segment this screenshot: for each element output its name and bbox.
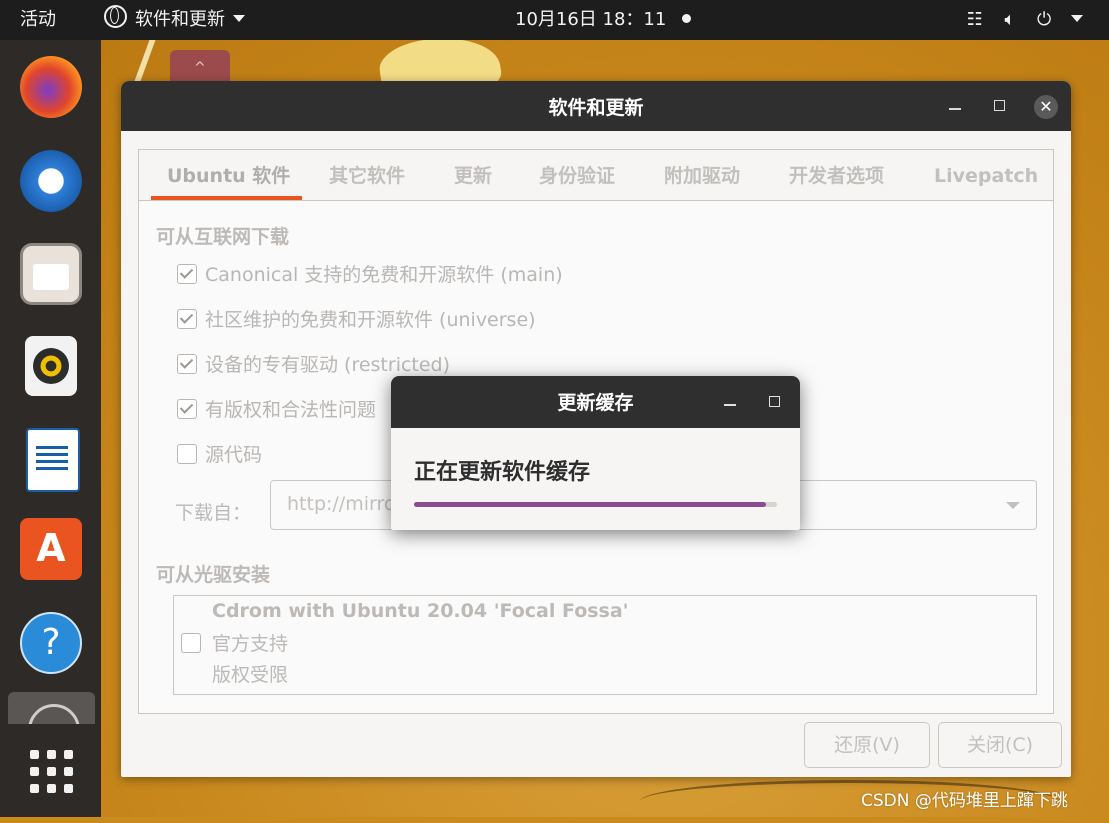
- option-restricted-label: 设备的专有驱动 (restricted): [205, 354, 451, 376]
- power-icon[interactable]: ⏻: [1037, 0, 1051, 40]
- cdrom-section-title: 可从光驱安装: [156, 564, 271, 586]
- globe-icon: [104, 5, 127, 28]
- option-restricted[interactable]: 设备的专有驱动 (restricted): [177, 351, 450, 379]
- option-source-code[interactable]: 源代码: [177, 441, 262, 469]
- libreoffice-writer-icon[interactable]: [26, 428, 80, 492]
- dialog-message: 正在更新软件缓存: [414, 460, 591, 485]
- window-titlebar[interactable]: 软件和更新 ✕: [121, 81, 1071, 131]
- chevron-down-icon: [233, 15, 245, 22]
- maximize-icon[interactable]: [769, 396, 780, 407]
- tab-additional-drivers[interactable]: 附加驱动: [664, 150, 740, 200]
- option-multiverse[interactable]: 有版权和合法性问题: [177, 396, 376, 424]
- clock[interactable]: 10月16日 18：11: [515, 0, 692, 40]
- activities-button[interactable]: 活动: [20, 0, 56, 40]
- top-bar: 活动 软件和更新 10月16日 18：11 ☷ 🔈︎ ⏻: [0, 0, 1109, 40]
- notification-dot-icon: [682, 14, 692, 23]
- mirror-value: http://mirro: [287, 493, 396, 515]
- volume-icon[interactable]: 🔈︎: [1004, 0, 1015, 40]
- internet-section-title: 可从互联网下载: [156, 226, 290, 248]
- cdrom-list: Cdrom with Ubuntu 20.04 'Focal Fossa' 官方…: [173, 595, 1037, 695]
- clock-label: 10月16日 18：11: [515, 9, 667, 30]
- tab-other-software[interactable]: 其它软件: [329, 150, 405, 200]
- app-menu-label: 软件和更新: [135, 9, 225, 30]
- close-button[interactable]: 关闭(C): [938, 722, 1062, 768]
- update-cache-dialog: 更新缓存 正在更新软件缓存: [391, 376, 800, 530]
- download-from-label: 下载自：: [175, 502, 252, 524]
- window-title: 软件和更新: [548, 97, 644, 119]
- system-tray[interactable]: ☷ 🔈︎ ⏻: [951, 0, 1083, 40]
- minimize-icon[interactable]: [949, 108, 961, 110]
- close-icon[interactable]: ✕: [1034, 95, 1058, 119]
- minimize-icon[interactable]: [724, 404, 736, 406]
- show-applications-icon[interactable]: [30, 750, 74, 794]
- chevron-down-icon[interactable]: [1071, 15, 1083, 22]
- checkbox-universe[interactable]: [177, 309, 197, 329]
- tab-bar: Ubuntu 软件 其它软件 更新 身份验证 附加驱动 开发者选项 Livepa…: [139, 150, 1053, 201]
- checkbox-source-code[interactable]: [177, 444, 197, 464]
- tab-authentication[interactable]: 身份验证: [539, 150, 615, 200]
- option-multiverse-label: 有版权和合法性问题: [205, 399, 377, 421]
- checkbox-cdrom[interactable]: [181, 633, 201, 653]
- option-universe[interactable]: 社区维护的免费和开源软件 (universe): [177, 306, 536, 334]
- tab-updates[interactable]: 更新: [454, 150, 492, 200]
- tab-developer-options[interactable]: 开发者选项: [789, 150, 884, 200]
- help-glyph: ?: [41, 622, 61, 663]
- ubuntu-software-icon[interactable]: A: [20, 518, 82, 580]
- checkbox-restricted[interactable]: [177, 354, 197, 374]
- option-main[interactable]: Canonical 支持的免费和开源软件 (main): [177, 261, 563, 289]
- files-icon[interactable]: [20, 243, 82, 305]
- app-menu[interactable]: 软件和更新: [104, 0, 245, 40]
- help-icon[interactable]: ?: [20, 612, 82, 674]
- dialog-title: 更新缓存: [557, 392, 634, 414]
- checkbox-multiverse[interactable]: [177, 399, 197, 419]
- cdrom-restricted: 版权受限: [212, 664, 289, 686]
- network-icon[interactable]: ☷: [967, 0, 983, 40]
- rhythmbox-icon[interactable]: [25, 336, 77, 396]
- option-main-label: Canonical 支持的免费和开源软件 (main): [205, 264, 563, 286]
- option-source-code-label: 源代码: [205, 444, 263, 466]
- maximize-icon[interactable]: [994, 100, 1005, 111]
- firefox-icon[interactable]: [20, 56, 82, 118]
- checkbox-main[interactable]: [177, 264, 197, 284]
- dock: A ?: [0, 40, 101, 817]
- tab-ubuntu-software[interactable]: Ubuntu 软件: [167, 150, 290, 200]
- cdrom-support: 官方支持: [212, 633, 289, 655]
- option-universe-label: 社区维护的免费和开源软件 (universe): [205, 309, 536, 331]
- active-tab-indicator: [151, 196, 302, 200]
- chevron-down-icon: [1006, 502, 1020, 509]
- software-properties-icon[interactable]: [8, 692, 95, 724]
- thunderbird-icon[interactable]: [20, 150, 82, 212]
- cdrom-name: Cdrom with Ubuntu 20.04 'Focal Fossa': [212, 600, 629, 622]
- watermark: CSDN @代码堆里上蹿下跳: [861, 791, 1068, 811]
- revert-button[interactable]: 还原(V): [804, 722, 930, 768]
- software-glyph: A: [36, 526, 66, 570]
- dialog-titlebar[interactable]: 更新缓存: [391, 376, 800, 428]
- tab-livepatch[interactable]: Livepatch: [934, 150, 1038, 200]
- progress-fill: [414, 502, 767, 507]
- progress-bar: [414, 502, 777, 507]
